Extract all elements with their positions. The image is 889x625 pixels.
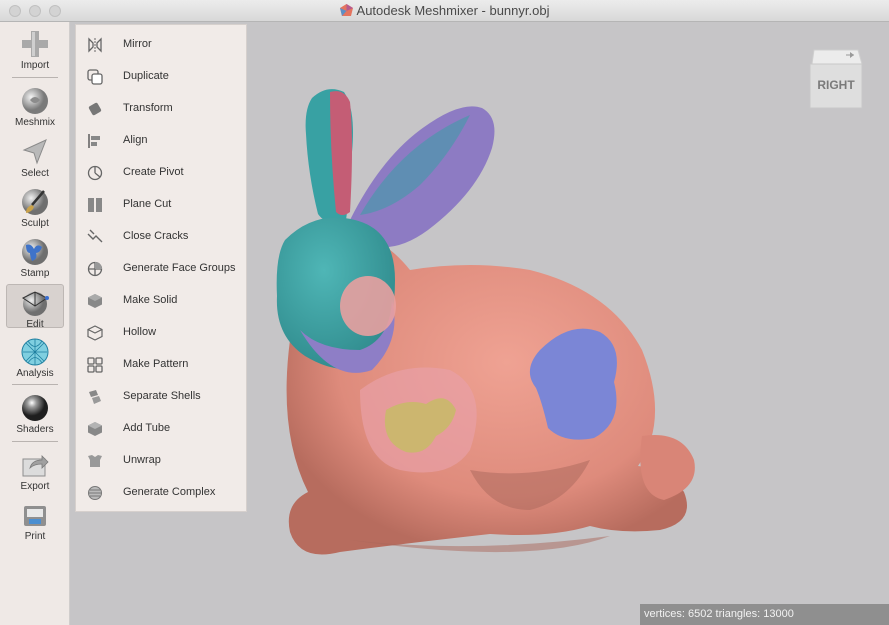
shader-sphere-icon <box>22 395 48 421</box>
mesh-stats-status: vertices: 6502 triangles: 13000 <box>640 604 889 625</box>
separate-shells-item[interactable]: Separate Shells <box>76 381 246 413</box>
separate-shells-icon <box>89 390 101 404</box>
plane-cut-icon <box>88 198 102 212</box>
sculpt-button[interactable]: Sculpt <box>6 187 64 229</box>
view-cube-label: RIGHT <box>817 78 855 92</box>
hollow-icon <box>87 325 103 341</box>
select-label: Select <box>21 168 49 179</box>
hollow-item[interactable]: Hollow <box>76 317 246 349</box>
make-solid-item[interactable]: Make Solid <box>76 285 246 317</box>
align-item[interactable]: Align <box>76 125 246 157</box>
duplicate-item[interactable]: Duplicate <box>76 61 246 93</box>
printer-icon <box>24 506 46 526</box>
cheek-region <box>340 276 396 336</box>
print-label: Print <box>24 531 46 542</box>
mirror-icon <box>88 37 102 53</box>
window-title: Autodesk Meshmixer - bunnyr.obj <box>356 3 550 18</box>
sculpt-label: Sculpt <box>21 218 49 229</box>
export-label: Export <box>20 481 50 492</box>
stamp-button[interactable]: Stamp <box>6 237 64 279</box>
edit-menu-panel: Mirror Duplicate Transform Align Create … <box>75 24 247 512</box>
make-solid-icon <box>88 294 102 308</box>
toolbar-divider <box>12 441 58 442</box>
edit-button[interactable]: Edit <box>6 284 64 330</box>
edit-mesh-icon <box>22 291 49 316</box>
create-pivot-item[interactable]: Create Pivot <box>76 157 246 189</box>
duplicate-icon <box>87 69 103 85</box>
shaders-label: Shaders <box>16 424 54 435</box>
select-button[interactable]: Select <box>6 137 64 179</box>
arrow-cursor-icon <box>22 139 47 165</box>
export-button[interactable]: Export <box>6 450 64 492</box>
main-toolbar: Import Meshmix Select Sculpt Stamp Edit … <box>0 22 70 625</box>
shaders-button[interactable]: Shaders <box>6 393 64 435</box>
close-cracks-item[interactable]: Close Cracks <box>76 221 246 253</box>
stamp-icon <box>22 239 48 265</box>
stamp-label: Stamp <box>20 268 50 279</box>
toolbar-divider <box>12 77 58 78</box>
analysis-mesh-icon <box>21 338 49 366</box>
brush-icon <box>22 189 48 215</box>
meshmix-label: Meshmix <box>14 117 55 128</box>
generate-face-groups-item[interactable]: Generate Face Groups <box>76 253 246 285</box>
import-label: Import <box>20 60 50 71</box>
complex-icon <box>88 486 102 500</box>
tube-icon <box>88 422 102 436</box>
title-bar: Autodesk Meshmixer - bunnyr.obj <box>0 0 889 22</box>
mirror-item[interactable]: Mirror <box>76 29 246 61</box>
close-cracks-icon <box>87 229 103 243</box>
align-icon <box>88 134 100 148</box>
pattern-icon <box>87 357 103 373</box>
meshmixer-app-icon <box>339 4 353 16</box>
generate-complex-item[interactable]: Generate Complex <box>76 477 246 509</box>
print-button[interactable]: Print <box>6 500 64 542</box>
toolbar-divider <box>12 384 58 385</box>
meshmix-sphere-icon <box>22 88 48 114</box>
transform-item[interactable]: Transform <box>76 93 246 125</box>
analysis-label: Analysis <box>16 368 54 379</box>
export-icon <box>22 455 49 477</box>
edit-label: Edit <box>26 319 44 330</box>
face-groups-icon <box>87 261 103 277</box>
add-tube-item[interactable]: Add Tube <box>76 413 246 445</box>
make-pattern-item[interactable]: Make Pattern <box>76 349 246 381</box>
plus-icon <box>22 31 48 57</box>
pivot-icon <box>87 165 103 181</box>
plane-cut-item[interactable]: Plane Cut <box>76 189 246 221</box>
unwrap-icon <box>88 455 102 467</box>
import-button[interactable]: Import <box>6 29 64 71</box>
unwrap-item[interactable]: Unwrap <box>76 445 246 477</box>
analysis-button[interactable]: Analysis <box>6 337 64 379</box>
meshmix-button[interactable]: Meshmix <box>6 86 64 128</box>
transform-icon <box>88 102 102 116</box>
